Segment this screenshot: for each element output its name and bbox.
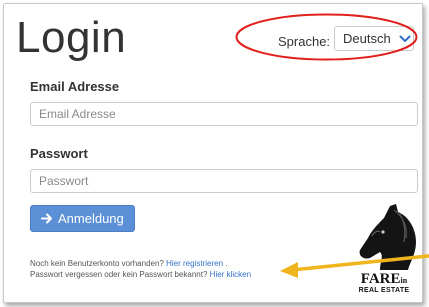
logo: FAREin REAL ESTATE (354, 272, 414, 295)
login-button-label: Anmeldung (58, 211, 124, 226)
register-prompt-end: . (223, 259, 228, 268)
page-title: Login (16, 13, 127, 62)
login-panel: Login Sprache: Deutsch Email Adresse Pas… (3, 3, 423, 303)
forgot-password-prompt: Passwort vergessen oder kein Passwort be… (30, 270, 251, 279)
password-label: Passwort (30, 146, 88, 161)
register-prompt: Noch kein Benutzerkonto vorhanden? Hier … (30, 259, 227, 268)
logo-subtitle: REAL ESTATE (358, 287, 410, 294)
chevron-down-icon (399, 35, 411, 42)
email-field[interactable] (30, 102, 418, 126)
forgot-password-link[interactable]: Hier klicken (210, 270, 251, 279)
login-button[interactable]: Anmeldung (30, 205, 135, 232)
email-label: Email Adresse (30, 79, 120, 94)
password-field[interactable] (30, 169, 418, 193)
language-select[interactable]: Deutsch (334, 26, 414, 51)
arrow-right-icon (41, 213, 52, 224)
register-link[interactable]: Hier registrieren (166, 259, 223, 268)
language-label: Sprache: (278, 34, 331, 49)
logo-name-line: FAREin (354, 272, 414, 287)
logo-name: FARE (360, 271, 401, 287)
register-prompt-text: Noch kein Benutzerkonto vorhanden? (30, 259, 164, 268)
forgot-password-text: Passwort vergessen oder kein Passwort be… (30, 270, 208, 279)
logo-name-suffix: in (400, 276, 408, 285)
language-value: Deutsch (343, 31, 391, 46)
